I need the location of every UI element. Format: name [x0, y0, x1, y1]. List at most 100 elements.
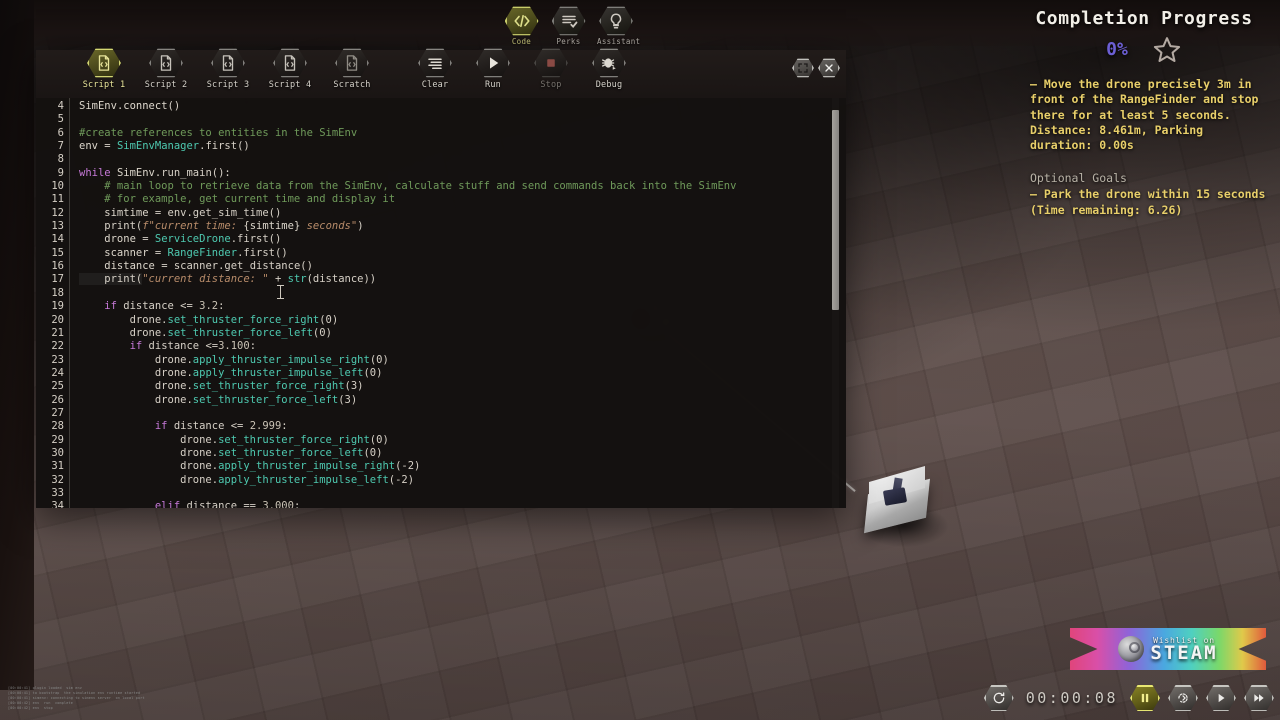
code-scroll-region[interactable]: SimEnv.connect() #create references to e…	[70, 98, 846, 508]
script-tab-1-label: Script 1	[82, 80, 126, 90]
script-tab-2[interactable]: Script 2	[142, 48, 190, 90]
code-line[interactable]	[79, 487, 846, 500]
text-caret	[277, 285, 284, 299]
vertical-scrollbar-thumb[interactable]	[832, 110, 839, 310]
code-line[interactable]: scanner = RangeFinder.first()	[79, 247, 846, 260]
run-button[interactable]: Run	[469, 48, 517, 90]
optional-goal-text: — Park the drone within 15 seconds (Time…	[1030, 187, 1266, 217]
code-line[interactable]: while SimEnv.run_main():	[79, 167, 846, 180]
script-tab-1[interactable]: Script 1	[80, 48, 128, 90]
line-number: 8	[57, 153, 64, 166]
maximize-icon[interactable]	[792, 58, 814, 78]
code-line[interactable]: drone.set_thruster_force_left(0)	[79, 447, 846, 460]
code-line[interactable]: # for example, get current time and disp…	[79, 193, 846, 206]
code-token: if	[79, 300, 124, 313]
mode-tab-assistant[interactable]: Assistant	[597, 6, 640, 46]
editor-action-bar: Clear Run Stop Debug	[411, 48, 633, 90]
mode-tab-perks[interactable]: Perks	[550, 6, 587, 46]
code-line[interactable]: drone = ServiceDrone.first()	[79, 233, 846, 246]
code-line[interactable]: drone.set_thruster_force_left(0)	[79, 327, 846, 340]
play-icon	[1218, 693, 1225, 703]
code-line[interactable]: # main loop to retrieve data from the Si…	[79, 180, 846, 193]
code-line[interactable]: drone.set_thruster_force_left(3)	[79, 394, 846, 407]
line-number: 24	[51, 366, 64, 379]
code-line[interactable]	[79, 407, 846, 420]
play-icon	[476, 48, 510, 78]
debug-button[interactable]: Debug	[585, 48, 633, 90]
mode-tab-bar: Code Perks Assistant	[503, 6, 640, 48]
code-line[interactable]: drone.apply_thruster_impulse_left(0)	[79, 367, 846, 380]
script-tab-scratch[interactable]: Scratch	[328, 48, 376, 90]
code-token: SimEnv	[116, 166, 155, 179]
code-token: seconds"	[300, 220, 358, 233]
steam-wishlist-banner[interactable]: Wishlist on STEAM	[1070, 628, 1266, 670]
primary-goal-text: — Move the drone precisely 3m in front o…	[1030, 77, 1259, 153]
code-token: set_thruster_force_right	[192, 380, 345, 393]
code-line[interactable]: drone.apply_thruster_impulse_right(-2)	[79, 460, 846, 473]
code-token: (-2)	[388, 473, 415, 486]
script-file-icon	[149, 48, 183, 78]
optional-goals-title: Optional Goals	[1030, 171, 1127, 186]
mode-tab-perks-label: Perks	[556, 37, 581, 46]
code-line[interactable]	[79, 153, 846, 166]
close-icon[interactable]	[818, 58, 840, 78]
code-token: +	[268, 273, 288, 286]
code-line[interactable]: distance = scanner.get_distance()	[79, 260, 846, 273]
stop-button[interactable]: Stop	[527, 48, 575, 90]
code-line[interactable]: drone.apply_thruster_impulse_right(0)	[79, 354, 846, 367]
bug-gear-icon	[592, 48, 626, 78]
script-file-icon	[87, 48, 121, 78]
line-number: 4	[57, 100, 64, 112]
code-line[interactable]	[79, 113, 846, 126]
fast-forward-button[interactable]	[1244, 685, 1274, 711]
code-text[interactable]: SimEnv.connect() #create references to e…	[79, 100, 846, 508]
code-token: set_thruster_force_left	[218, 446, 364, 459]
code-line[interactable]: drone.set_thruster_force_right(3)	[79, 380, 846, 393]
code-token: distance ==	[186, 500, 263, 508]
code-line[interactable]: drone.apply_thruster_impulse_left(-2)	[79, 474, 846, 487]
code-line[interactable]: env = SimEnvManager.first()	[79, 140, 846, 153]
step-button[interactable]	[1168, 685, 1198, 711]
completion-percent: 0%	[1106, 39, 1128, 60]
line-number: 5	[57, 113, 64, 126]
code-line[interactable]: print(f"current time: {simtime} seconds"…	[79, 220, 846, 233]
script-tab-4[interactable]: Script 4	[266, 48, 314, 90]
console-log-overlay: [00:00:41] plugin loaded sim env [00:00:…	[8, 686, 145, 711]
code-line[interactable]: simtime = env.get_sim_time()	[79, 207, 846, 220]
line-number-gutter: 4 5 6 7 8 9 10 11 12 13 14 15 16 17 18 19 20 21 22 23 24 25 26…	[36, 98, 70, 508]
code-line[interactable]	[79, 287, 846, 300]
code-area[interactable]: 4 5 6 7 8 9 10 11 12 13 14 15 16 17 18 19 20 21 22 23 24 25 26…	[36, 98, 846, 508]
code-token: if	[79, 340, 149, 353]
steam-logo-icon	[1118, 636, 1145, 662]
code-line[interactable]: if distance <= 3.2:	[79, 300, 846, 313]
line-number: 28	[51, 420, 64, 433]
code-line[interactable]: print("current distance: " + str(distanc…	[79, 273, 846, 286]
code-token: drone.	[79, 366, 193, 379]
clear-button[interactable]: Clear	[411, 48, 459, 90]
code-line[interactable]: #create references to entities in the Si…	[79, 127, 846, 140]
completion-progress-row: 0%	[1022, 35, 1266, 64]
line-number: 26	[51, 393, 64, 406]
stop-square-icon	[534, 48, 568, 78]
code-token: ServiceDrone	[154, 233, 231, 246]
code-token: .first()	[199, 140, 250, 153]
code-token: distance	[79, 260, 162, 273]
code-line[interactable]: SimEnv.connect()	[79, 100, 846, 113]
code-line[interactable]: drone.set_thruster_force_right(0)	[79, 314, 846, 327]
code-token: drone.	[79, 446, 219, 459]
script-tab-3[interactable]: Script 3	[204, 48, 252, 90]
code-line[interactable]: elif distance == 3.000:	[79, 500, 846, 508]
code-token: set_thruster_force_right	[167, 313, 320, 326]
code-token: (distance))	[306, 273, 377, 286]
play-button[interactable]	[1206, 685, 1236, 711]
code-token: set_thruster_force_right	[218, 433, 370, 446]
code-line[interactable]: if distance <=3.100:	[79, 340, 846, 353]
star-outline-icon	[1153, 37, 1180, 63]
pause-button[interactable]	[1130, 685, 1160, 711]
restart-button[interactable]	[983, 685, 1014, 711]
code-token: drone.	[79, 433, 219, 446]
mode-tab-code[interactable]: Code	[503, 6, 540, 46]
code-token: drone.	[79, 353, 193, 366]
code-line[interactable]: drone.set_thruster_force_right(0)	[79, 434, 846, 447]
code-line[interactable]: if distance <= 2.999:	[79, 420, 846, 433]
